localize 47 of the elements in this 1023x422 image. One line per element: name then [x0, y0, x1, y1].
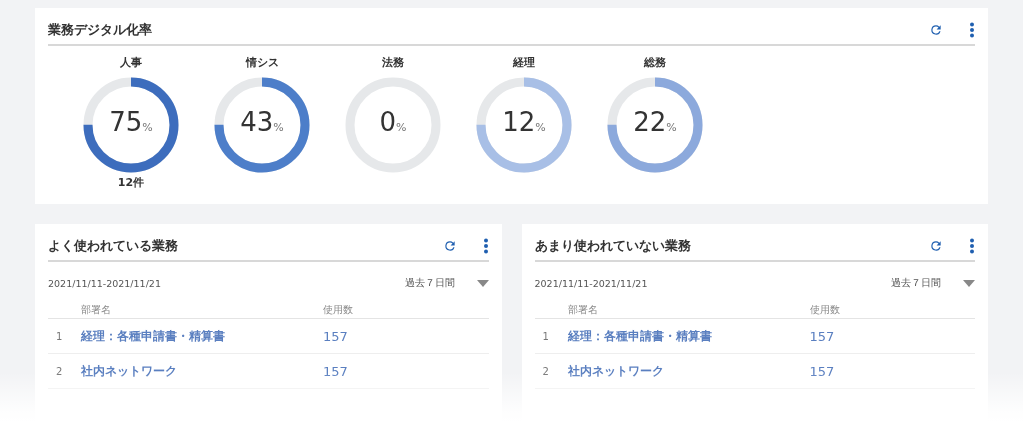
percent-unit: % [273, 121, 284, 134]
column-header: 使用数 [323, 303, 353, 317]
dropdown-arrow-icon[interactable] [476, 279, 489, 287]
refresh-icon[interactable] [442, 239, 457, 253]
rank-number: 1 [541, 330, 550, 342]
percent-value: 12 [502, 107, 536, 137]
usage-count: 157 [323, 328, 348, 344]
percent-unit: % [666, 121, 677, 134]
card-title: よく使われている業務 [48, 237, 179, 255]
card-title: あまり使われていない業務 [534, 237, 692, 255]
more-icon[interactable] [482, 238, 489, 254]
column-header: 部署名 [567, 303, 599, 317]
rank-number: 1 [55, 330, 64, 342]
percent-value: 22 [633, 107, 667, 137]
department-name: 経理 [513, 55, 535, 71]
refresh-icon[interactable] [929, 23, 943, 37]
percent-unit: % [142, 121, 153, 134]
rank-number: 2 [55, 365, 64, 377]
department-name: 法務 [382, 55, 404, 71]
percent-unit: % [396, 121, 407, 134]
date-range: 2021/11/11-2021/11/21 [534, 277, 649, 289]
date-range: 2021/11/11-2021/11/21 [48, 277, 162, 289]
more-icon[interactable] [969, 22, 975, 38]
usage-count: 157 [809, 328, 835, 344]
percent-value: 0 [379, 107, 397, 137]
task-link[interactable]: 経理：各種申請書・精算書 [567, 327, 810, 345]
percent-unit: % [535, 121, 546, 134]
task-link[interactable]: 社内ネットワーク [567, 362, 810, 380]
percent-value: 43 [240, 107, 274, 137]
column-header: 部署名 [81, 303, 112, 317]
item-count: 12件 [117, 175, 145, 190]
percent-value: 75 [109, 107, 143, 137]
task-link[interactable]: 経理：各種申請書・精算書 [81, 327, 323, 345]
period-dropdown[interactable]: 過去７日間 [891, 276, 941, 290]
usage-count: 157 [323, 363, 348, 379]
more-icon[interactable] [969, 238, 975, 254]
dropdown-arrow-icon[interactable] [963, 279, 975, 287]
card-title: 業務デジタル化率 [48, 21, 153, 39]
period-dropdown[interactable]: 過去７日間 [404, 276, 455, 290]
refresh-icon[interactable] [929, 239, 943, 253]
department-name: 人事 [120, 55, 142, 71]
column-header: 使用数 [809, 303, 840, 317]
rank-number: 2 [541, 365, 550, 377]
department-name: 総務 [644, 55, 666, 71]
usage-count: 157 [809, 363, 835, 379]
department-name: 情シス [245, 55, 279, 71]
task-link[interactable]: 社内ネットワーク [81, 362, 323, 380]
